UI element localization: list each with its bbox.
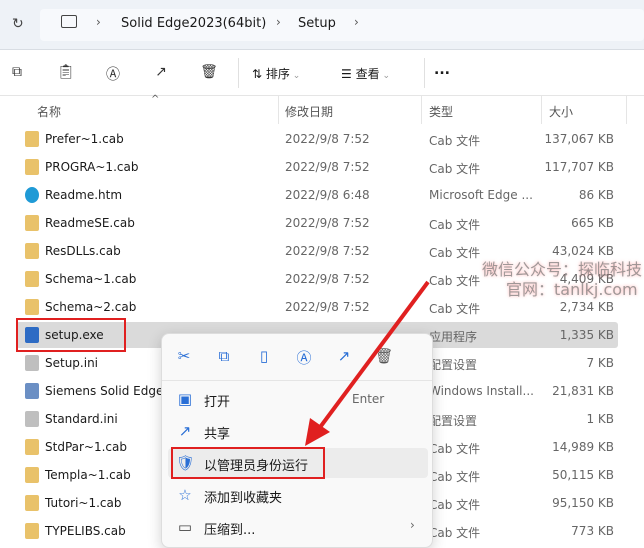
watermark: 官网：tanlkj.com [506,280,638,299]
